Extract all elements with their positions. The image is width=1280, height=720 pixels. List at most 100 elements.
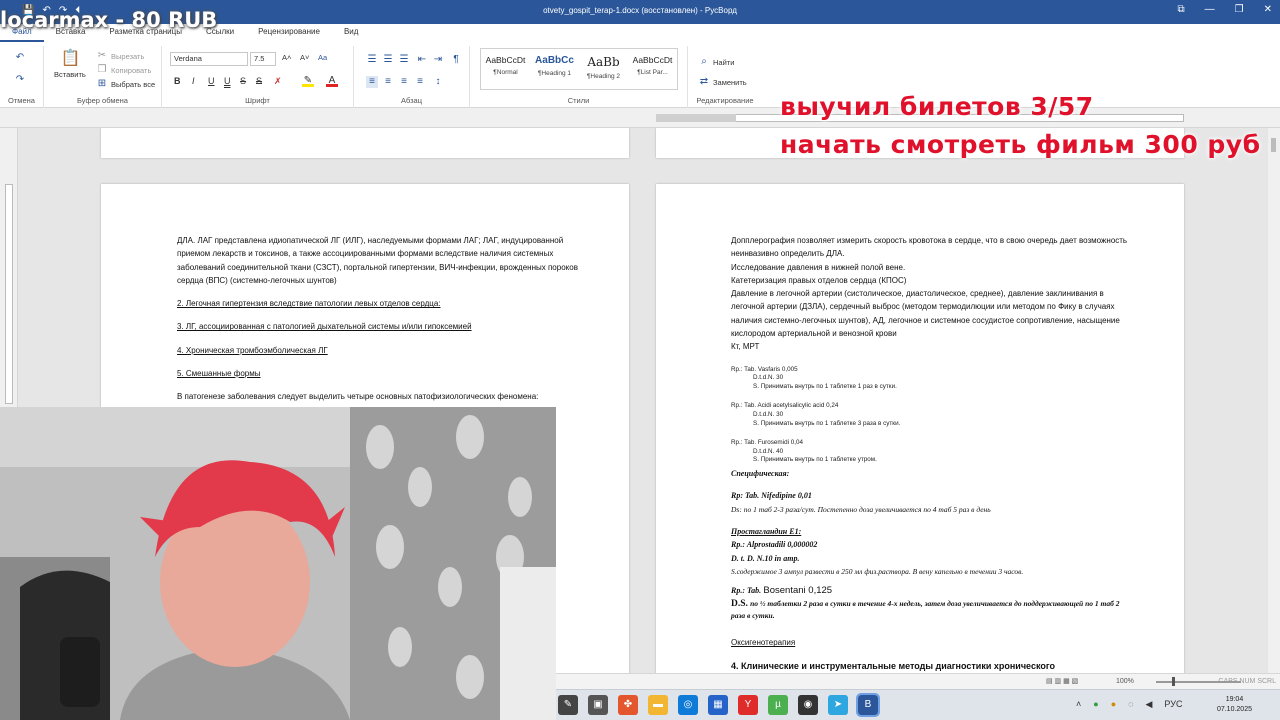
scrollbar-thumb[interactable] xyxy=(1271,138,1276,152)
find-button[interactable]: ⌕ Найти xyxy=(698,56,734,68)
grow-font-button[interactable]: A˄ xyxy=(282,53,291,62)
paste-button[interactable]: 📋 Вставить xyxy=(54,50,86,79)
edge-icon[interactable]: ◎ xyxy=(678,695,698,715)
italic-button[interactable]: I xyxy=(192,76,195,86)
torrent-icon[interactable]: µ xyxy=(768,695,788,715)
font-family-select[interactable]: Verdana xyxy=(170,52,248,66)
specific-heading: Специфическая: xyxy=(731,469,790,479)
font-size-select[interactable]: 7.5 xyxy=(250,52,276,66)
font-color-button[interactable]: A xyxy=(326,75,338,87)
justify-button[interactable]: ≡ xyxy=(414,76,426,88)
highlight-button[interactable]: ✎ xyxy=(302,75,314,87)
prescription-1: Rp.: Tab. Vasfaris 0,005 D.t.d.N. 30 S. … xyxy=(731,366,1131,392)
line-spacing-icon: ↕ xyxy=(435,76,441,87)
scissors-icon: ✂ xyxy=(97,50,107,61)
pen-icon[interactable]: ✎ xyxy=(558,695,578,715)
copy-icon: ❐ xyxy=(97,64,107,75)
copy-button[interactable]: ❐ Копировать xyxy=(96,64,152,76)
vertical-scrollbar[interactable] xyxy=(1268,128,1280,673)
tray-app-icon[interactable]: ● xyxy=(1093,699,1098,710)
decrease-indent-button[interactable]: ⇤ xyxy=(416,54,428,66)
overlay-line-2: начать смотреть фильм 300 руб xyxy=(780,130,1261,159)
editing-group: ⌕ Найти ⇄ Заменить Редактирование xyxy=(690,46,760,108)
double-strikethrough-icon: S xyxy=(256,76,263,86)
multilevel-button[interactable]: ☰ xyxy=(398,54,410,66)
undo-group: ↶ ↷ Отмена xyxy=(0,46,44,108)
redo-button[interactable]: ↷ xyxy=(14,74,26,86)
stream-overlay: выучил билетов 3/57 начать смотреть филь… xyxy=(780,88,1261,164)
align-left-button[interactable]: ≡ xyxy=(366,76,378,88)
prostaglandin-dtd: D. t. D. N.10 in amp. xyxy=(731,553,800,563)
close-button[interactable]: ✕ xyxy=(1264,4,1272,15)
page-previous-left xyxy=(101,128,629,158)
telegram-icon[interactable]: ➤ xyxy=(828,695,848,715)
tray-app-icon-2[interactable]: ● xyxy=(1111,699,1116,710)
styles-group: Стили xyxy=(470,46,688,108)
increase-indent-button[interactable]: ⇥ xyxy=(432,54,444,66)
prostaglandin-title: Простагландин Е1: xyxy=(731,526,802,536)
ruler-margin xyxy=(656,114,736,122)
yandex-icon[interactable]: Y xyxy=(738,695,758,715)
line-catheterization: Катетеризация правых отделов сердца (КПО… xyxy=(731,275,907,285)
zoom-level[interactable]: 100% xyxy=(1116,678,1134,685)
folder-icon[interactable]: ▬ xyxy=(648,695,668,715)
window-controls: ⧉ — ❐ ✕ xyxy=(1178,4,1273,15)
oxygen-therapy: Оксигенотерапия xyxy=(731,638,796,648)
select-all-label: Выбрать все xyxy=(111,79,156,89)
font-size-value: 7.5 xyxy=(254,54,265,63)
tab-view[interactable]: Вид xyxy=(332,24,370,42)
word-icon[interactable]: B xyxy=(856,693,880,717)
maximize-button[interactable]: ❐ xyxy=(1235,4,1244,15)
colorful-app-icon[interactable]: ✤ xyxy=(618,695,638,715)
store-icon[interactable]: ▦ xyxy=(708,695,728,715)
align-left-icon: ≡ xyxy=(369,76,375,87)
select-all-button[interactable]: ⊞ Выбрать все xyxy=(96,78,155,90)
clipboard-icon: 📋 xyxy=(60,50,81,67)
zoom-slider-knob[interactable] xyxy=(1172,677,1175,686)
cut-button[interactable]: ✂ Вырезать xyxy=(96,50,145,62)
line-spacing-button[interactable]: ↕ xyxy=(432,76,444,88)
strikethrough-button[interactable]: S xyxy=(240,76,246,86)
underline-button[interactable]: U xyxy=(208,76,215,86)
line-ct: Кт, МРТ xyxy=(731,342,760,352)
vertical-ruler-track xyxy=(5,184,13,404)
obs-icon[interactable]: ◉ xyxy=(798,695,818,715)
overlay-line-1: выучил билетов 3/57 xyxy=(780,92,1094,121)
bullets-button[interactable]: ☰ xyxy=(366,54,378,66)
minimize-button[interactable]: — xyxy=(1205,4,1215,15)
double-underline-button[interactable]: U xyxy=(224,76,231,86)
bold-button[interactable]: B xyxy=(174,76,181,86)
decrease-indent-icon: ⇤ xyxy=(417,54,427,65)
clear-format-button[interactable]: ✗ xyxy=(274,76,282,87)
italic-icon: I xyxy=(192,76,195,86)
network-icon[interactable]: ◌ xyxy=(1128,699,1133,710)
prostaglandin-rp: Rp.: Alprostadili 0,000002 xyxy=(731,540,818,550)
underline-icon: U xyxy=(208,76,215,86)
language-indicator[interactable]: РУС xyxy=(1164,699,1182,710)
rx-rp: Rp.: Tab. Vasfaris 0,005 xyxy=(731,365,798,373)
monitor-icon[interactable]: ▣ xyxy=(588,695,608,715)
replace-button[interactable]: ⇄ Заменить xyxy=(698,76,747,88)
restore-layout-icon[interactable]: ⧉ xyxy=(1178,4,1185,15)
prescription-3: Rp.: Tab. Furosemidi 0,04 D.t.d.N. 40 S.… xyxy=(731,439,1131,465)
undo-button[interactable]: ↶ xyxy=(14,52,26,64)
page-right[interactable]: Допплерография позволяет измерить скорос… xyxy=(656,184,1184,673)
tab-review[interactable]: Рецензирование xyxy=(246,24,332,42)
redo-icon: ↷ xyxy=(15,74,25,85)
view-mode-icons[interactable]: ▤ ▥ ▦ ▧ xyxy=(1046,677,1078,685)
change-case-button[interactable]: Aa xyxy=(318,53,327,62)
volume-icon[interactable]: ◀ xyxy=(1146,699,1153,710)
font-group-label: Шрифт xyxy=(245,96,270,105)
undo-group-label: Отмена xyxy=(8,96,35,105)
show-marks-button[interactable]: ¶ xyxy=(450,54,462,66)
double-strikethrough-button[interactable]: S xyxy=(256,76,262,86)
bosentan-name: Bosentani 0,125 xyxy=(763,585,833,597)
shrink-font-button[interactable]: A˅ xyxy=(300,53,309,62)
lock-indicators: CAPS NUM SCRL xyxy=(1218,678,1276,685)
clock[interactable]: 19:04 07.10.2025 xyxy=(1217,695,1252,715)
align-center-button[interactable]: ≡ xyxy=(382,76,394,88)
binoculars-icon: ⌕ xyxy=(701,56,707,67)
align-right-button[interactable]: ≡ xyxy=(398,76,410,88)
numbering-button[interactable]: ☰ xyxy=(382,54,394,66)
tray-chevron-icon[interactable]: ˄ xyxy=(1076,699,1081,710)
